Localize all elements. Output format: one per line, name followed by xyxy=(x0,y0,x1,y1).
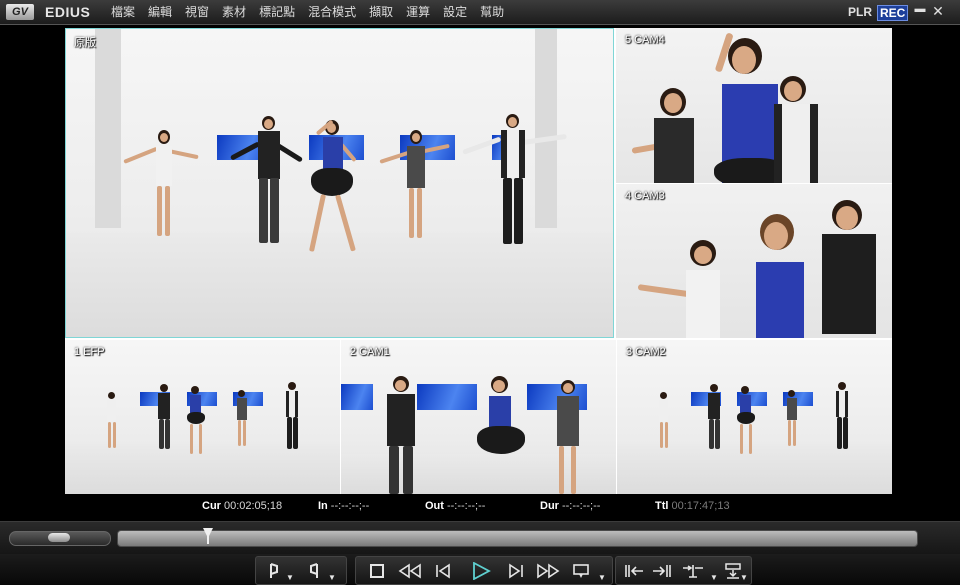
menu-marker[interactable]: 標記點 xyxy=(259,4,295,20)
rewind-icon[interactable] xyxy=(396,561,424,581)
camera-label: 原版 xyxy=(74,37,96,49)
menu-render[interactable]: 運算 xyxy=(406,4,430,20)
tc-label: Ttl xyxy=(655,500,669,512)
marker-group: ▼ ▼ xyxy=(255,556,347,585)
out-timecode: Out --:--:--;-- xyxy=(425,500,485,512)
gv-logo: GV xyxy=(6,4,34,20)
stop-icon[interactable] xyxy=(366,561,388,581)
tc-value: --:--:--;-- xyxy=(561,500,601,512)
playback-group: ▼ xyxy=(355,556,613,585)
tc-label: Cur xyxy=(202,500,221,512)
loop-icon[interactable] xyxy=(570,561,592,581)
timecode-bar: Cur 00:02:05;18 In --:--:--;-- Out --:--:--… xyxy=(0,498,960,516)
menu-settings[interactable]: 設定 xyxy=(443,4,467,20)
camera-label: 4 CAM3 xyxy=(625,190,665,202)
duration-timecode: Dur --:--:--;-- xyxy=(540,500,600,512)
total-timecode: Ttl 00:17:47;13 xyxy=(655,500,730,512)
shuttle-knob[interactable] xyxy=(48,533,70,542)
recorder-mode-button[interactable]: REC xyxy=(877,5,909,21)
tc-value: 00:17:47;13 xyxy=(671,500,730,512)
menu-file[interactable]: 檔案 xyxy=(111,4,135,20)
app-name: EDIUS xyxy=(45,4,91,20)
transport-controls: ▼ ▼ ▼ ▼ ▼ xyxy=(0,554,960,585)
menu-capture[interactable]: 擷取 xyxy=(369,4,393,20)
camera-5-cam4-view[interactable]: 5 CAM4 xyxy=(616,28,892,183)
set-out-icon[interactable] xyxy=(304,561,324,581)
playhead-handle[interactable] xyxy=(203,528,214,546)
camera-label: 5 CAM4 xyxy=(625,34,665,46)
split-icon[interactable] xyxy=(680,561,706,581)
menu-mode[interactable]: 混合模式 xyxy=(308,4,356,20)
tc-value: --:--:--;-- xyxy=(446,500,486,512)
camera-4-cam3-view[interactable]: 4 CAM3 xyxy=(616,184,892,338)
play-icon[interactable] xyxy=(468,561,494,581)
step-forward-icon[interactable] xyxy=(504,561,528,581)
edit-group: ▼ ▼ xyxy=(615,556,752,585)
in-timecode: In --:--:--;-- xyxy=(318,500,369,512)
multicam-monitor[interactable]: 原版 5 CAM4 4 CAM3 1 EFP 2 CAM1 3 CAM2 xyxy=(65,28,892,494)
player-mode-button[interactable]: PLR xyxy=(848,5,872,19)
menu-view[interactable]: 視窗 xyxy=(185,4,209,20)
menu-edit[interactable]: 編輯 xyxy=(148,4,172,20)
edius-player-window: GV EDIUS 檔案 編輯 視窗 素材 標記點 混合模式 擷取 運算 設定 幫… xyxy=(0,0,960,585)
menu-help[interactable]: 幫助 xyxy=(480,4,504,20)
set-in-icon[interactable] xyxy=(264,561,284,581)
insert-to-timeline-icon[interactable] xyxy=(622,561,646,581)
position-bar[interactable] xyxy=(117,530,918,547)
overwrite-to-timeline-icon[interactable] xyxy=(650,561,674,581)
minimize-icon[interactable]: ▬ xyxy=(913,3,927,15)
current-timecode: Cur 00:02:05;18 xyxy=(202,500,282,512)
camera-label: 1 EFP xyxy=(74,346,105,358)
camera-2-cam1-view[interactable]: 2 CAM1 xyxy=(341,340,616,494)
close-icon[interactable]: ✕ xyxy=(931,3,945,20)
menu-bar: 檔案 編輯 視窗 素材 標記點 混合模式 擷取 運算 設定 幫助 xyxy=(111,4,517,20)
camera-label: 3 CAM2 xyxy=(626,346,666,358)
scrubber-area xyxy=(0,521,960,554)
tc-value: 00:02:05;18 xyxy=(223,500,283,512)
shuttle-slider[interactable] xyxy=(9,531,111,546)
tc-value: --:--:--;-- xyxy=(330,500,370,512)
camera-1-efp-view[interactable]: 1 EFP xyxy=(65,340,340,494)
camera-3-cam2-view[interactable]: 3 CAM2 xyxy=(617,340,892,494)
tc-label: Out xyxy=(425,500,444,512)
title-bar: GV EDIUS 檔案 編輯 視窗 素材 標記點 混合模式 擷取 運算 設定 幫… xyxy=(0,0,960,25)
fast-forward-icon[interactable] xyxy=(534,561,562,581)
step-back-icon[interactable] xyxy=(431,561,455,581)
camera-main-view[interactable]: 原版 xyxy=(65,28,614,338)
menu-clip[interactable]: 素材 xyxy=(222,4,246,20)
camera-label: 2 CAM1 xyxy=(350,346,390,358)
tc-label: In xyxy=(318,500,328,512)
tc-label: Dur xyxy=(540,500,559,512)
